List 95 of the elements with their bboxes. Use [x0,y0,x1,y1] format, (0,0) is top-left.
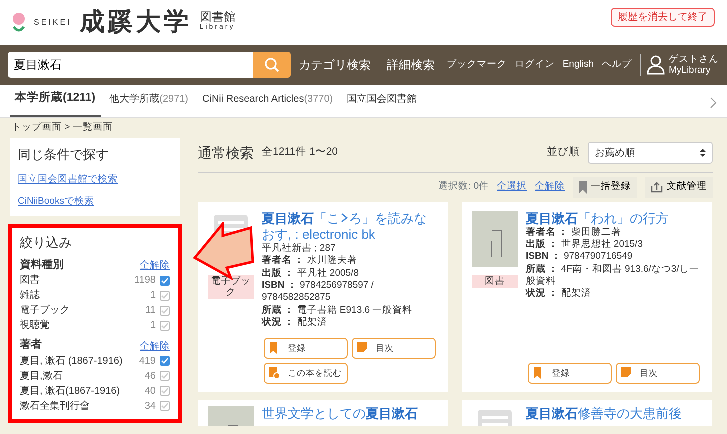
record-field: 著者名 ： 水川隆夫著 [262,255,438,268]
filter-label: 夏目, 漱石(1867-1916) [20,384,120,399]
note-icon [621,367,632,379]
bulk-register-button[interactable]: 一括登録 [573,177,637,198]
record-field: ISBN ： 9784256978597 / 9784582852875 [262,280,438,305]
filter-count: 40 [144,384,156,399]
clear-link[interactable]: 全解除 [140,259,170,274]
tab[interactable]: CiNii Research Articles(3770) [198,84,338,117]
bookmark-icon [579,180,587,194]
panel-title: 絞り込み [20,234,73,252]
results-title: 通常検索 [198,144,254,163]
filter-count: 1198 [134,274,156,288]
group-title: 資料種別 [20,258,64,273]
book-title-link[interactable]: 夏目漱石修善寺の大患前後 [526,406,682,426]
filter-count: 1 [150,319,156,334]
link[interactable]: CiNiiBooksで検索 [18,195,172,210]
reference-manager-button[interactable]: 文献管理 [645,177,713,198]
book-title-link[interactable]: 世界文学としての夏目漱石 [262,406,418,426]
search-icon [264,57,280,73]
link[interactable]: 国立国会図書館で検索 [18,172,172,187]
checkbox[interactable] [160,371,170,382]
filter-label: 雑誌 [20,288,40,304]
record-field: ISBN ： 9784790716549 [526,251,702,264]
note-icon [357,342,368,354]
record-field: 出版 ： 世界思想社 2015/3 [526,239,702,252]
upload-icon [651,182,663,193]
nav-link[interactable]: ブックマーク [446,58,507,72]
toc-button[interactable]: 目次 [352,338,436,358]
record-field: 平凡社新書 ; 287 [262,243,438,256]
chevron-right-icon[interactable] [709,97,717,109]
book-title-link[interactable]: 夏目漱石「われ」の行方 [526,210,702,227]
checkbox[interactable] [160,290,170,301]
bookmark-icon [533,367,544,379]
toc-button[interactable]: 目次 [616,362,700,384]
nav-link[interactable]: ヘルプ [602,58,632,72]
checkbox[interactable] [160,276,170,286]
nav-link[interactable]: 詳細検索 [387,56,435,74]
filter-label: 夏目, 漱石 (1867-1916) [20,354,123,369]
record-field: 状況 ： 配架済 [526,288,702,301]
selected-count: 選択数: 0件 [438,180,489,194]
user-link[interactable]: ゲストさん MyLibrary [640,54,719,76]
filter-count: 46 [144,370,156,384]
repeat-mark-icon [340,210,349,224]
logo-title: 成蹊大学 [80,10,192,35]
record-field: 出版 ： 平凡社 2005/8 [262,268,438,280]
nav-link[interactable]: カテゴリ検索 [299,56,371,74]
search-field[interactable]: 夏目漱石 [8,52,253,78]
tab[interactable]: 他大学所蔵(2971) [104,84,194,117]
group-title: 著者 [20,338,42,354]
filter-label: 電子ブック [20,304,70,318]
type-label: 図書 [472,274,518,288]
filter-label: 図書 [20,274,40,288]
sort-label: 並び順 [547,145,580,160]
filter-label: 視聴覚 [20,318,50,334]
nav-link[interactable]: ログイン [514,58,555,72]
record-field: 所蔵 ： 電子書籍 E913.6 一般資料 [262,304,438,318]
user-icon [647,55,665,75]
checkbox[interactable] [160,356,170,366]
filter-count: 34 [144,400,156,414]
select-all-link[interactable]: 全選択 [497,180,527,194]
record-field: 著者名 ： 柴田勝二著 [526,226,702,240]
results-summary: 全1211件 1〜20 [262,145,338,160]
filter-label: 夏目,漱石 [20,370,63,384]
bookmark-button[interactable]: 登録 [264,338,348,358]
checkbox[interactable] [160,306,170,316]
sort-arrows-icon [700,148,706,158]
nav-link[interactable]: English [562,58,594,72]
filter-label: 漱石全集刊行會 [20,400,90,414]
exit-button[interactable]: 履歴を消去して終了 [611,8,715,27]
checkbox[interactable] [160,386,170,396]
sort-select[interactable]: お薦め順 [588,142,713,164]
bookmark-icon [269,342,280,354]
breadcrumb: トップ画面 > 一覧画面 [11,121,114,135]
panel-title: 同じ条件で探す [18,146,110,164]
logo-text: SEIKEI [34,16,72,28]
record-field: 所蔵 ： 4F南・和図書 913.6/なつ3/し一般資料 [526,264,702,288]
clear-link[interactable]: 全解除 [140,340,170,354]
tab[interactable]: 国立国会図書館 [342,84,422,117]
bookmark-button[interactable]: 登録 [528,362,612,384]
checkbox[interactable] [160,401,170,412]
filter-count: 1 [150,289,156,304]
filter-count: 419 [139,354,156,369]
cover-placeholder [472,210,518,266]
flower-logo-icon [12,12,26,34]
cover-placeholder [208,406,254,426]
checkbox[interactable] [160,320,170,331]
tab[interactable]: 本学所蔵(1211) [10,82,101,117]
document-icon [269,367,280,379]
book-title-link[interactable]: 夏目漱石「こ ろ」を読みなおす, : electronic bk [262,210,438,243]
read-button[interactable]: この本を読む [264,362,348,384]
filter-count: 11 [146,304,156,318]
record-field: 状況 ： 配架済 [262,317,438,330]
clear-all-link[interactable]: 全解除 [535,180,565,194]
search-button[interactable] [253,52,291,78]
logo-subtitle: 図書館 [200,11,236,24]
